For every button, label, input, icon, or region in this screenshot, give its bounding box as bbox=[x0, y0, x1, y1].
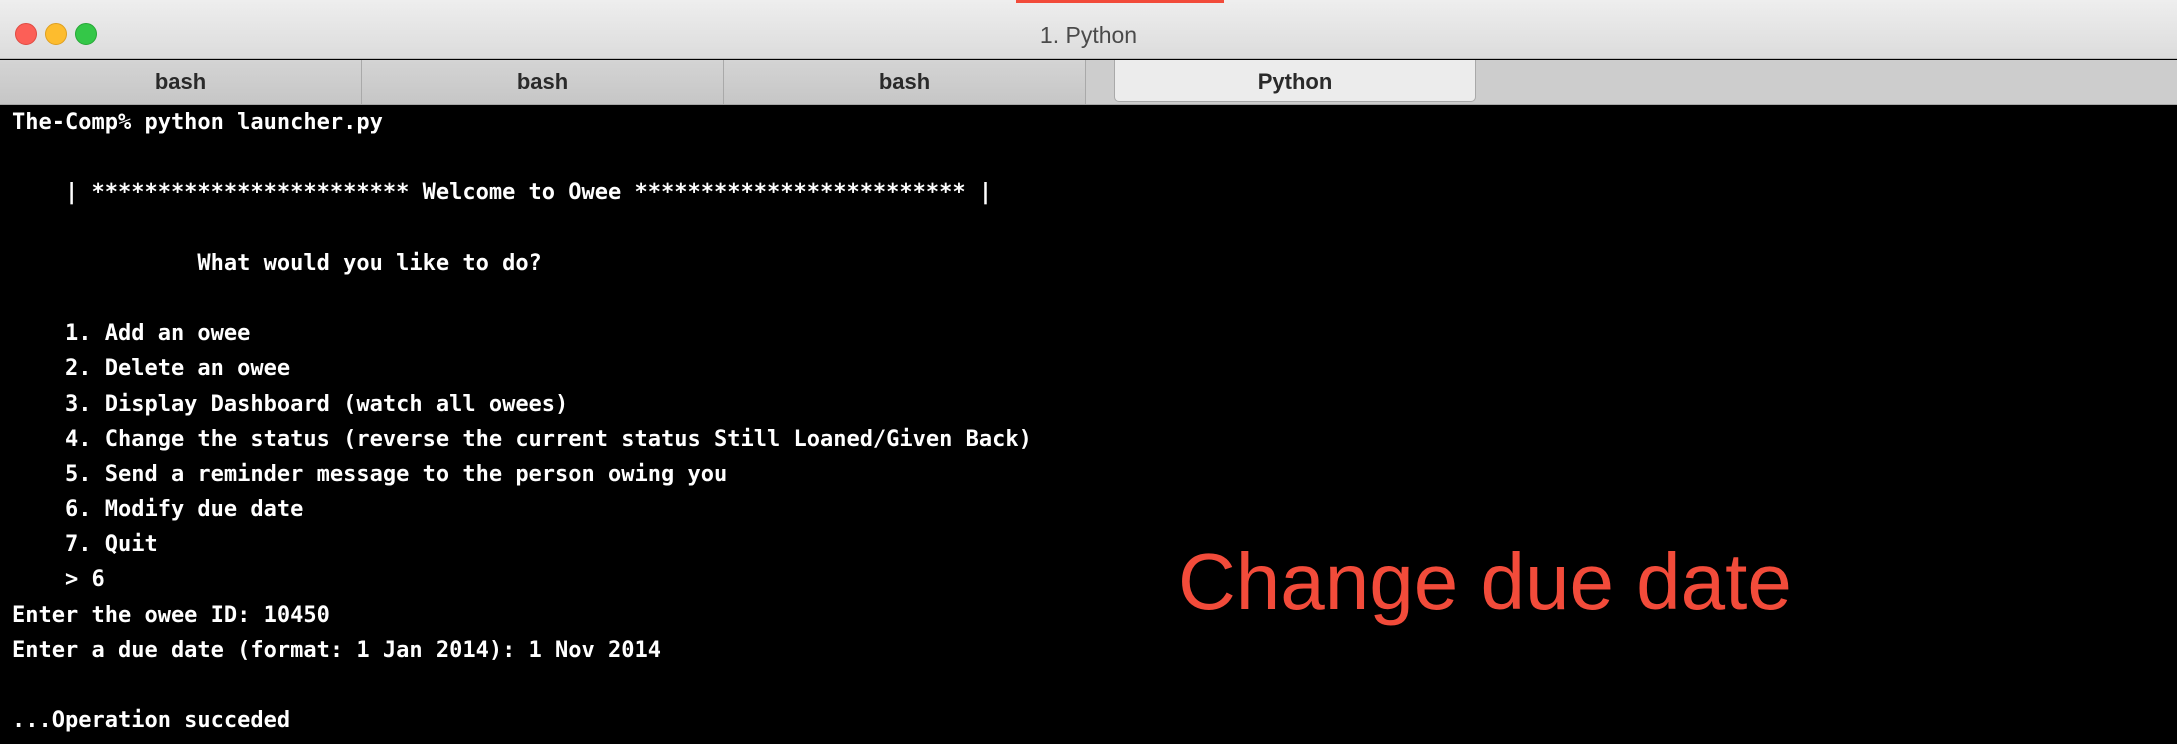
tab-bash-1[interactable]: bash bbox=[0, 60, 362, 104]
terminal-line: > 6 bbox=[12, 567, 105, 593]
terminal-line: 6. Modify due date bbox=[12, 497, 304, 523]
terminal-line: Enter a due date (format: 1 Jan 2014): 1… bbox=[12, 637, 662, 663]
terminal-line: 7. Quit bbox=[12, 532, 158, 558]
highlight-marker bbox=[1016, 0, 1224, 3]
terminal-line: 3. Display Dashboard (watch all owees) bbox=[12, 391, 569, 417]
tab-bash-2[interactable]: bash bbox=[362, 60, 724, 104]
terminal-line: The-Comp% python launcher.py bbox=[12, 110, 383, 135]
annotation-label: Change due date bbox=[1178, 537, 1792, 626]
terminal-window: 1. Python bash bash bash Python The-Comp… bbox=[0, 0, 2177, 744]
tab-python[interactable]: Python bbox=[1114, 60, 1476, 102]
terminal-line: Enter the owee ID: 10450 bbox=[12, 602, 330, 628]
terminal-line: What would you like to do? bbox=[12, 250, 542, 276]
terminal-line: 5. Send a reminder message to the person… bbox=[12, 461, 728, 487]
tab-bar: bash bash bash Python bbox=[0, 60, 2177, 105]
terminal-line: 1. Add an owee bbox=[12, 321, 251, 347]
title-bar[interactable]: 1. Python bbox=[0, 0, 2177, 59]
terminal-line: 4. Change the status (reverse the curren… bbox=[12, 426, 1032, 452]
window-title: 1. Python bbox=[1039, 22, 1138, 48]
terminal-line: | ************************ Welcome to Ow… bbox=[12, 180, 993, 206]
terminal-line: 2. Delete an owee bbox=[12, 356, 291, 382]
terminal-line: ...Operation succeded bbox=[12, 708, 291, 734]
terminal-output[interactable]: The-Comp% python launcher.py | *********… bbox=[12, 105, 2172, 744]
tab-bash-3[interactable]: bash bbox=[724, 60, 1086, 104]
